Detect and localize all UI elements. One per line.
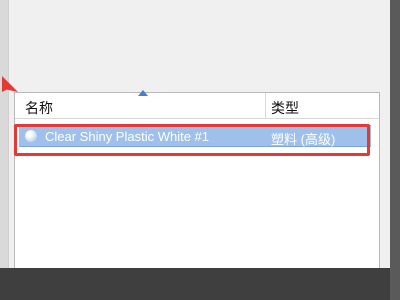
more-dots-icon[interactable] (190, 83, 210, 98)
watermark-overlay (254, 190, 364, 280)
bottom-panel (0, 268, 390, 300)
sort-ascending-icon[interactable] (138, 90, 148, 96)
column-divider[interactable] (265, 93, 266, 118)
red-arrow-pointer-icon (2, 76, 18, 92)
list-header: 名称 类型 (15, 90, 379, 119)
right-panel-edge (390, 0, 400, 300)
red-highlight-box (14, 124, 370, 156)
column-header-type[interactable]: 类型 (271, 98, 299, 118)
left-panel-edge (0, 0, 9, 300)
column-header-name[interactable]: 名称 (25, 98, 53, 118)
